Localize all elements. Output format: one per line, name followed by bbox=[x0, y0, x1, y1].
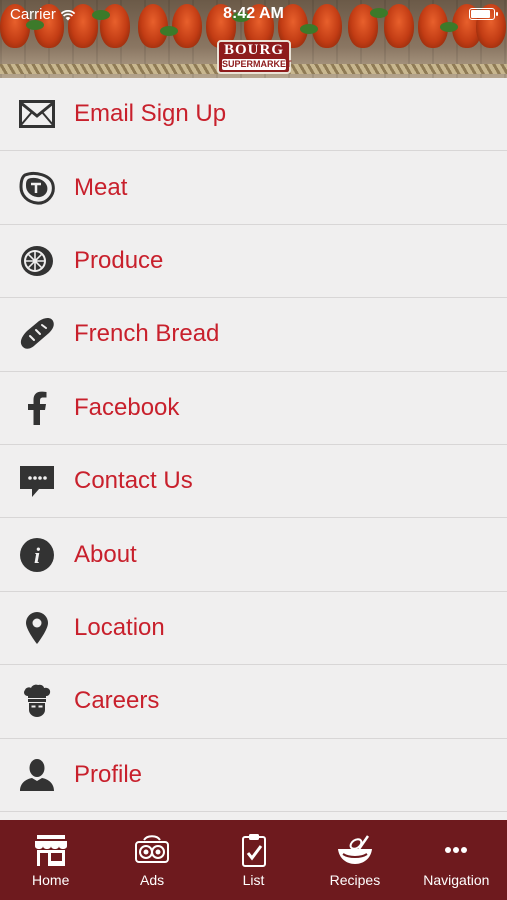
ads-icon bbox=[135, 832, 170, 868]
menu-item-french-bread[interactable]: French Bread bbox=[0, 298, 507, 372]
header-banner: Carrier 8:42 AM BOURG SUPERMARKET bbox=[0, 0, 507, 78]
menu-item-contact-us[interactable]: Contact Us bbox=[0, 444, 507, 519]
tab-recipes[interactable]: Recipes bbox=[304, 820, 405, 900]
envelope-icon bbox=[0, 94, 74, 134]
facebook-icon bbox=[0, 388, 74, 428]
menu-label: Meat bbox=[74, 173, 128, 201]
logo-line1: BOURG bbox=[223, 42, 284, 58]
menu-item-careers[interactable]: Careers bbox=[0, 665, 507, 739]
storefront-icon bbox=[34, 832, 68, 868]
tab-ads[interactable]: Ads bbox=[101, 820, 202, 900]
bread-icon bbox=[0, 314, 74, 354]
bottom-tab-bar: Home Ads List Recipes Navigation bbox=[0, 820, 507, 900]
tab-home[interactable]: Home bbox=[0, 820, 101, 900]
menu-item-about[interactable]: i About bbox=[0, 518, 507, 592]
bourg-supermarket-logo: BOURG SUPERMARKET bbox=[217, 40, 292, 74]
battery-icon bbox=[469, 8, 498, 20]
tab-navigation[interactable]: Navigation bbox=[406, 820, 507, 900]
menu-label: Contact Us bbox=[74, 467, 193, 495]
menu-item-profile[interactable]: Profile bbox=[0, 738, 507, 812]
menu-label: French Bread bbox=[74, 320, 220, 348]
menu-label: Email Sign Up bbox=[74, 100, 227, 128]
menu-label: Facebook bbox=[74, 393, 180, 421]
tab-label: List bbox=[242, 872, 265, 888]
tab-label: Recipes bbox=[329, 872, 381, 888]
tab-label: Ads bbox=[140, 872, 165, 888]
chat-bubble-icon bbox=[0, 461, 74, 501]
main-menu-list: Email Sign Up Meat Produce French Bread … bbox=[0, 78, 507, 812]
info-icon: i bbox=[0, 535, 74, 575]
status-time: 8:42 AM bbox=[223, 5, 284, 22]
menu-item-meat[interactable]: Meat bbox=[0, 151, 507, 225]
menu-label: Profile bbox=[74, 760, 143, 788]
more-dots-icon bbox=[444, 832, 468, 868]
menu-item-email-sign-up[interactable]: Email Sign Up bbox=[0, 78, 507, 152]
tab-label: Home bbox=[32, 872, 70, 888]
menu-item-facebook[interactable]: Facebook bbox=[0, 371, 507, 445]
chef-icon bbox=[0, 681, 74, 721]
mixing-bowl-icon bbox=[337, 832, 373, 868]
map-pin-icon bbox=[0, 608, 74, 648]
clipboard-check-icon bbox=[241, 832, 267, 868]
menu-item-produce[interactable]: Produce bbox=[0, 224, 507, 299]
logo-line2: SUPERMARKET bbox=[222, 59, 292, 70]
menu-label: Produce bbox=[74, 246, 164, 274]
svg-text:i: i bbox=[34, 543, 41, 568]
status-bar: Carrier 8:42 AM bbox=[0, 0, 507, 28]
tab-label: Navigation bbox=[423, 872, 490, 888]
menu-label: Location bbox=[74, 613, 165, 641]
menu-item-location[interactable]: Location bbox=[0, 591, 507, 666]
steak-icon bbox=[0, 168, 74, 208]
menu-label: Careers bbox=[74, 687, 160, 715]
person-icon bbox=[0, 755, 74, 795]
menu-label: About bbox=[74, 540, 137, 568]
tab-list[interactable]: List bbox=[203, 820, 304, 900]
lime-icon bbox=[0, 241, 74, 281]
